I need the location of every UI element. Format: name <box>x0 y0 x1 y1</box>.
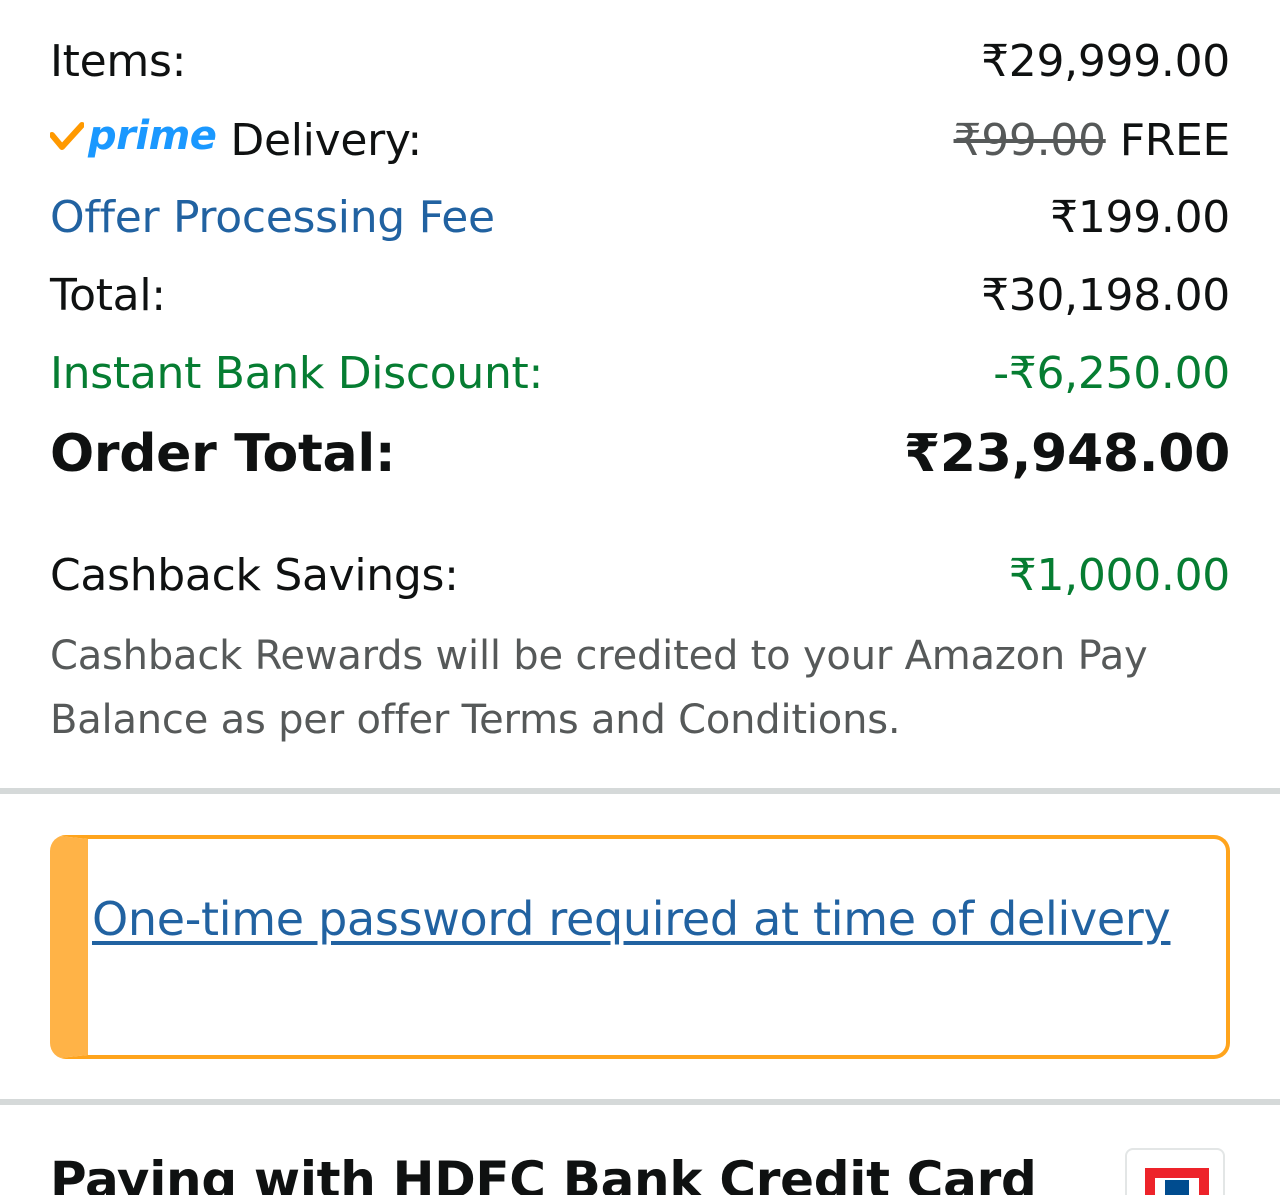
bank-logo-inner-mark <box>1165 1180 1189 1195</box>
items-label: Items: <box>50 36 187 87</box>
cashback-value: ₹1,000.00 <box>1008 550 1231 601</box>
cashback-note: Cashback Rewards will be credited to you… <box>50 633 1148 743</box>
hdfc-bank-logo-icon <box>1125 1148 1225 1195</box>
discount-label: Instant Bank Discount: <box>50 348 544 399</box>
items-row: Items: ₹29,999.00 <box>50 34 1230 90</box>
delivery-value: FREE <box>1119 115 1231 166</box>
section-divider <box>0 788 1280 794</box>
delivery-row: prime Delivery: ₹99.00 FREE <box>50 112 1230 169</box>
section-divider <box>0 1099 1280 1105</box>
offer-processing-fee-link[interactable]: Offer Processing Fee <box>50 190 495 246</box>
fee-value: ₹199.00 <box>1050 192 1230 243</box>
items-value: ₹29,999.00 <box>981 36 1230 87</box>
order-total-row: Order Total: ₹23,948.00 <box>50 424 1230 484</box>
delivery-label-group: prime Delivery: <box>50 112 422 169</box>
prime-check-icon <box>50 122 84 150</box>
discount-value: -₹6,250.00 <box>993 348 1230 399</box>
order-total-value: ₹23,948.00 <box>904 424 1230 484</box>
cashback-label: Cashback Savings: <box>50 550 459 601</box>
fee-row: Offer Processing Fee ₹199.00 <box>50 190 1230 246</box>
prime-text: prime <box>88 113 217 159</box>
total-value: ₹30,198.00 <box>981 270 1230 321</box>
delivery-label: Delivery: <box>230 115 422 166</box>
total-label: Total: <box>50 270 166 321</box>
discount-row: Instant Bank Discount: -₹6,250.00 <box>50 346 1230 402</box>
cashback-row: Cashback Savings: ₹1,000.00 <box>50 548 1230 604</box>
delivery-value-group: ₹99.00 FREE <box>953 113 1231 169</box>
otp-required-link[interactable]: One-time password required at time of de… <box>92 886 1172 952</box>
prime-logo: prime <box>50 108 217 164</box>
total-row: Total: ₹30,198.00 <box>50 268 1230 324</box>
order-total-label: Order Total: <box>50 424 396 484</box>
delivery-original-price: ₹99.00 <box>953 115 1106 166</box>
payment-method-title: Paying with HDFC Bank Credit Card <box>50 1151 1037 1195</box>
